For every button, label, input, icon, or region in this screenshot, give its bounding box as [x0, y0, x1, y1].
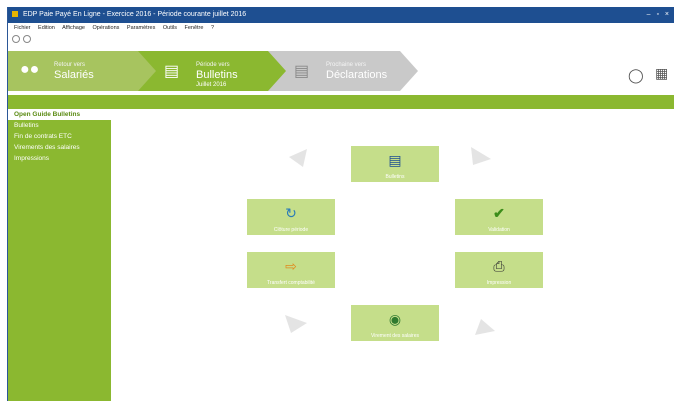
app-window: EDP Paie Payé En Ligne - Exercice 2016 -…: [7, 7, 674, 401]
tile-validation[interactable]: ✔ Validation: [455, 199, 543, 235]
tile-transfert[interactable]: ⇨ Transfert comptabilité: [247, 252, 335, 288]
sidebar-item-bulletins[interactable]: Bulletins: [8, 120, 111, 131]
printer-icon: ⎙: [493, 258, 505, 274]
main-panel: ▤ Bulletins ↻ Clôture période ✔ Validati…: [111, 109, 674, 401]
tile-cloture-label: Clôture période: [273, 227, 309, 233]
sidebar-item-virements[interactable]: Virements des salaires: [8, 142, 111, 153]
tile-validation-label: Validation: [488, 227, 510, 233]
menu-outils[interactable]: Outils: [163, 25, 177, 31]
menu-fichier[interactable]: Fichier: [14, 25, 31, 31]
back-icon[interactable]: [12, 35, 20, 43]
chat-icon[interactable]: ◯: [628, 67, 644, 84]
sidebar-item-impressions[interactable]: Impressions: [8, 153, 111, 164]
menu-fenetre[interactable]: Fenêtre: [184, 25, 203, 31]
step-bulletins-small: Période vers: [196, 62, 230, 68]
menu-bar: Fichier Edition Affichage Opérations Par…: [8, 23, 674, 33]
tile-transfert-label: Transfert comptabilité: [267, 280, 315, 286]
step-declarations-small: Prochaine vers: [326, 62, 367, 68]
step-declarations-label: Déclarations: [326, 69, 388, 81]
declarations-icon: ▤: [294, 63, 310, 80]
sidebar-item-fin-contrats[interactable]: Fin de contrats ETC: [8, 131, 111, 142]
step-salaries[interactable]: ●● Retour vers Salariés: [8, 51, 158, 91]
lock-refresh-icon: ↻: [285, 205, 297, 221]
step-bulletins[interactable]: ▤ Période vers Bulletins Juillet 2016: [138, 51, 288, 91]
app-icon: [12, 11, 18, 18]
nav-buttons: [12, 35, 34, 45]
workflow-steps: ●● Retour vers Salariés ▤ Période vers B…: [8, 47, 674, 97]
tile-virements-label: Virement des salaires: [371, 333, 419, 339]
step-salaries-label: Salariés: [54, 69, 94, 81]
checkmark-icon: ✔: [493, 205, 505, 221]
window-controls[interactable]: – ▫ ×: [647, 7, 671, 23]
money-icon: ◉: [388, 311, 402, 327]
step-declarations[interactable]: ▤ Prochaine vers Déclarations: [268, 51, 418, 91]
transfer-icon: ⇨: [285, 258, 297, 274]
sidebar-item-guide[interactable]: Open Guide Bulletins: [8, 109, 111, 120]
document-icon: ▤: [388, 152, 402, 168]
people-icon: ●●: [20, 61, 40, 78]
building-icon[interactable]: ▦: [655, 65, 668, 82]
forward-icon[interactable]: [23, 35, 31, 43]
step-bulletins-period: Juillet 2016: [196, 82, 227, 88]
tile-cloture[interactable]: ↻ Clôture période: [247, 199, 335, 235]
tile-bulletins[interactable]: ▤ Bulletins: [351, 146, 439, 182]
step-salaries-small: Retour vers: [54, 62, 86, 68]
accent-bar: [8, 95, 674, 109]
window-title: EDP Paie Payé En Ligne - Exercice 2016 -…: [22, 11, 247, 18]
menu-operations[interactable]: Opérations: [92, 25, 119, 31]
tile-impression[interactable]: ⎙ Impression: [455, 252, 543, 288]
tile-impression-label: Impression: [486, 280, 512, 286]
menu-affichage[interactable]: Affichage: [62, 25, 85, 31]
document-icon: ▤: [164, 63, 180, 80]
menu-parametres[interactable]: Paramètres: [127, 25, 155, 31]
title-bar: EDP Paie Payé En Ligne - Exercice 2016 -…: [8, 7, 674, 23]
tile-virements[interactable]: ◉ Virement des salaires: [351, 305, 439, 341]
step-bulletins-label: Bulletins: [196, 69, 238, 81]
sidebar: Open Guide Bulletins Bulletins Fin de co…: [8, 109, 111, 401]
tile-bulletins-label: Bulletins: [385, 174, 405, 180]
menu-edition[interactable]: Edition: [38, 25, 55, 31]
menu-help[interactable]: ?: [211, 25, 214, 31]
